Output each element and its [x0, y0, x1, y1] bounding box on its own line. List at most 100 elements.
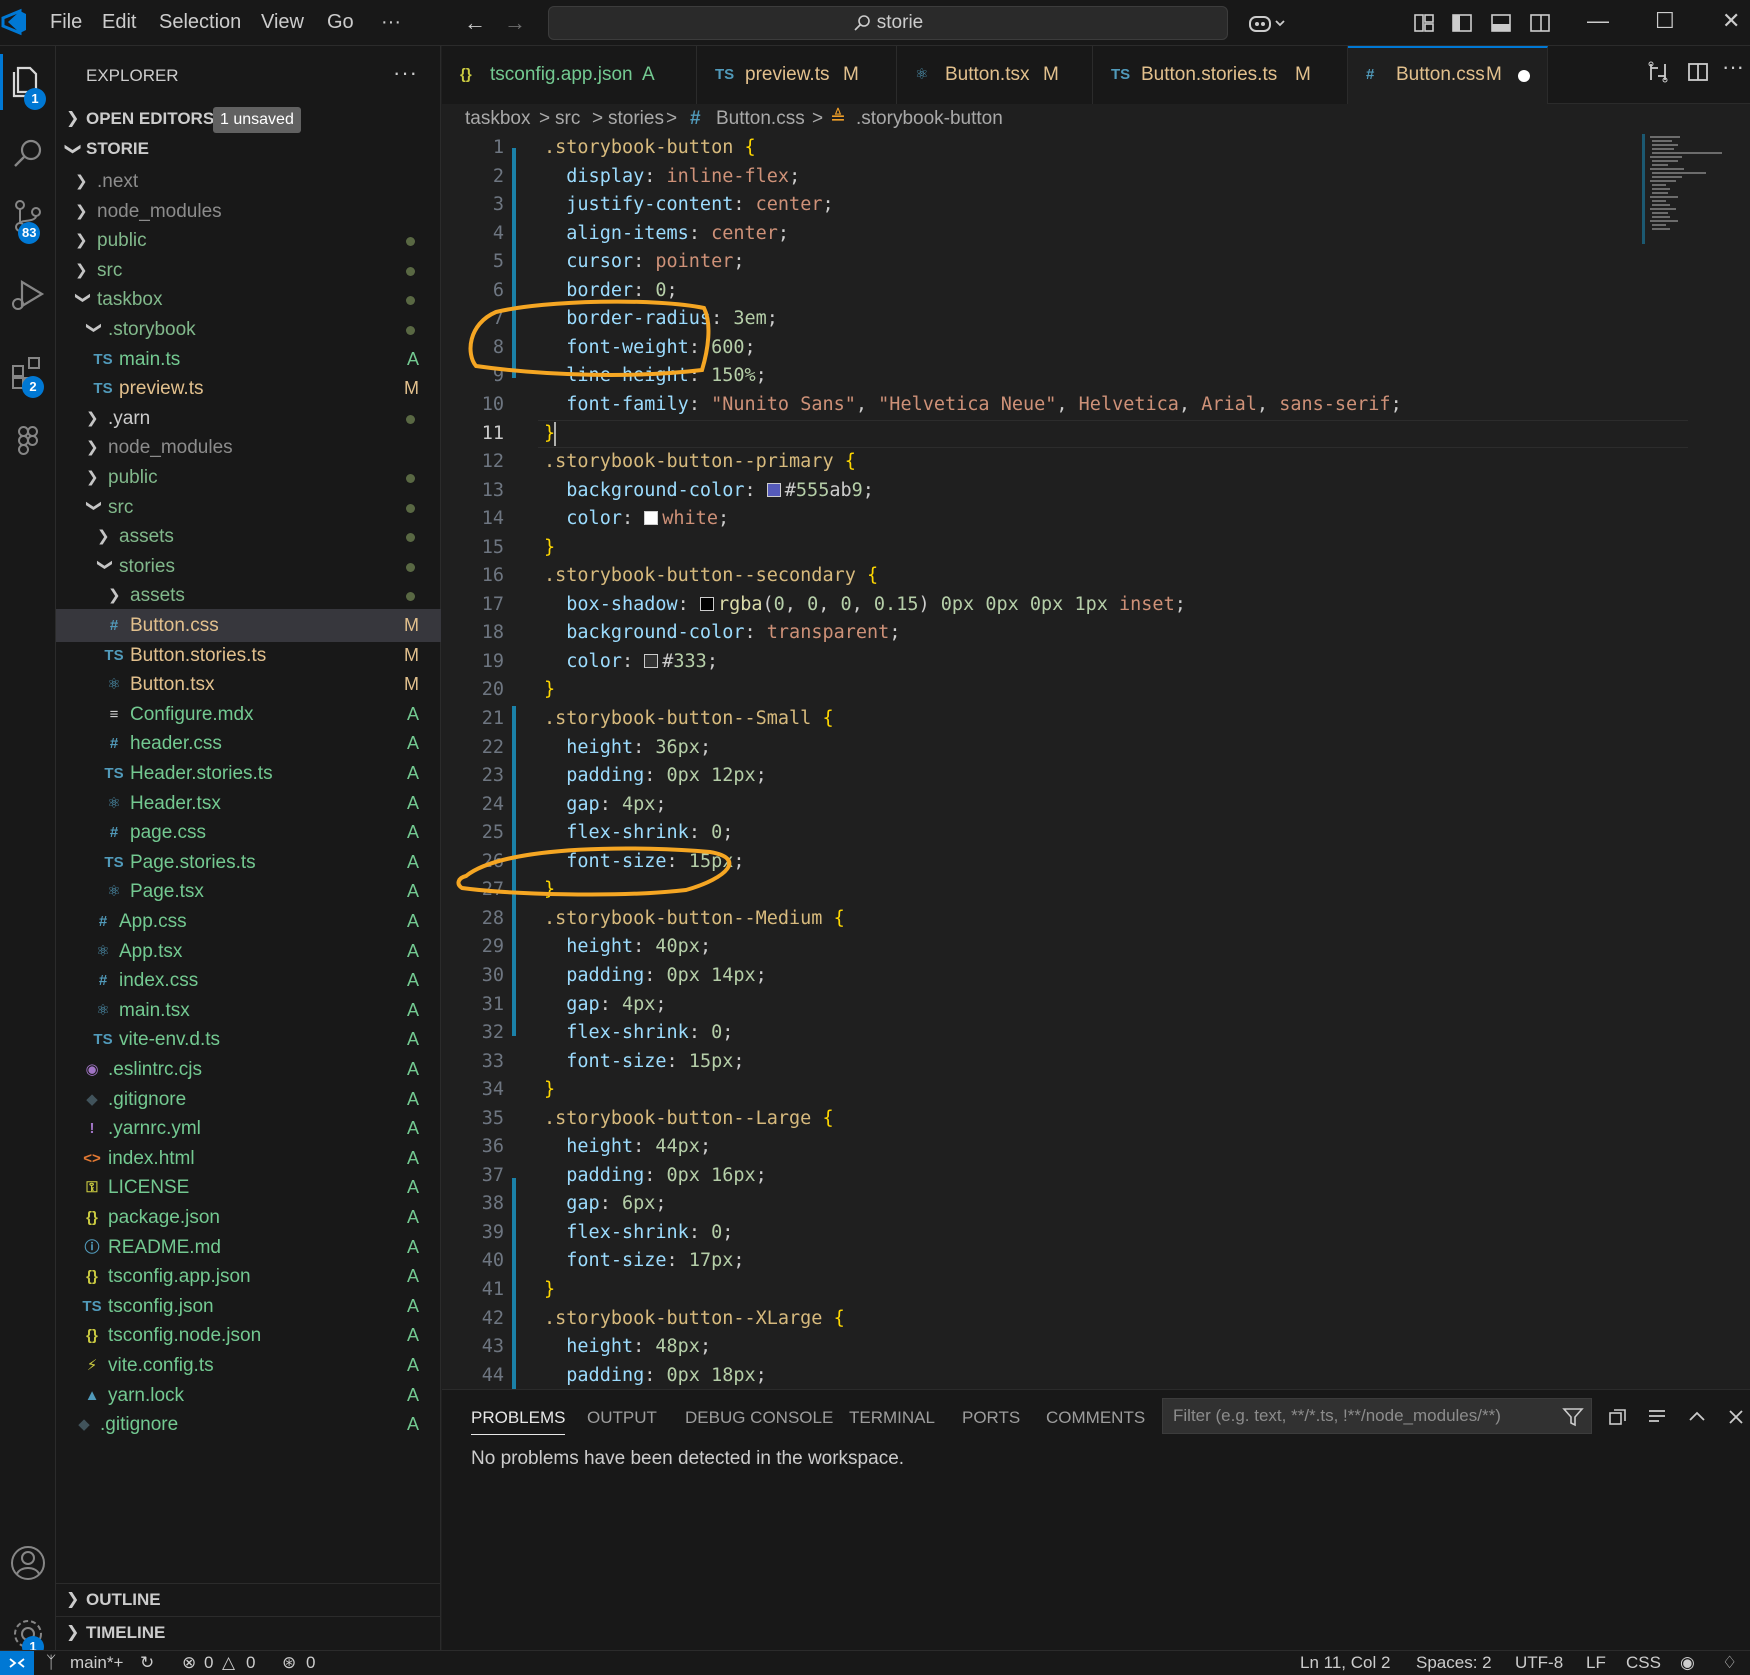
color-swatch-icon[interactable]	[699, 596, 714, 611]
folder-src[interactable]: ❯ src	[56, 254, 441, 287]
code-line[interactable]: 39 flex-shrink: 0;	[442, 1219, 1642, 1248]
outline-section[interactable]: ❯ OUTLINE	[56, 1583, 441, 1615]
code-line[interactable]: 41}	[442, 1276, 1642, 1305]
file-license[interactable]: ⚿ LICENSE A	[56, 1171, 441, 1204]
command-center-search[interactable]: storie	[548, 6, 1228, 40]
breadcrumb-stories[interactable]: stories	[608, 104, 664, 134]
view-as-list-icon[interactable]	[1646, 1406, 1668, 1428]
file-eslintrc-cjs[interactable]: ◉ .eslintrc.cjs A	[56, 1053, 441, 1086]
tab-comments[interactable]: COMMENTS	[1046, 1408, 1145, 1428]
copilot-status-icon[interactable]: ◉	[1680, 1651, 1695, 1675]
menu-selection[interactable]: Selection	[159, 11, 241, 34]
split-editor-icon[interactable]	[1686, 60, 1710, 84]
code-line[interactable]: 28 .storybook-button--Medium {	[442, 905, 1642, 934]
code-line[interactable]: 42 .storybook-button--XLarge {	[442, 1305, 1642, 1334]
code-line[interactable]: 21 .storybook-button--Small {	[442, 705, 1642, 734]
tab-problems[interactable]: PROBLEMS	[471, 1408, 566, 1435]
account-icon[interactable]	[8, 1543, 48, 1583]
folder-storybook[interactable]: ❯ .storybook	[56, 313, 441, 346]
tab-debug-console[interactable]: DEBUG CONSOLE	[685, 1408, 833, 1428]
menu-file[interactable]: File	[50, 11, 82, 34]
code-line[interactable]: 11}	[442, 420, 1642, 449]
file-vite-env-d-ts[interactable]: TS vite-env.d.ts A	[56, 1023, 441, 1056]
code-line[interactable]: 40 font-size: 17px;	[442, 1247, 1642, 1276]
cursor-position[interactable]: Ln 11, Col 2	[1300, 1651, 1390, 1675]
breadcrumb-taskbox[interactable]: taskbox	[465, 104, 530, 134]
storie-root-section[interactable]: ❯ STORIE	[56, 133, 441, 165]
code-line[interactable]: 14 color: white;	[442, 505, 1642, 534]
color-swatch-icon[interactable]	[644, 511, 659, 526]
folder-stories[interactable]: ❯ stories	[56, 550, 441, 583]
run-debug-icon[interactable]	[8, 274, 48, 314]
code-line[interactable]: 6 border: 0;	[442, 277, 1642, 306]
code-line[interactable]: 25 flex-shrink: 0;	[442, 819, 1642, 848]
folder-node-modules[interactable]: ❯ node_modules	[56, 431, 441, 464]
file-package-json[interactable]: {} package.json A	[56, 1201, 441, 1234]
customize-layout-icon[interactable]	[1413, 12, 1435, 34]
tab-terminal[interactable]: TERMINAL	[849, 1408, 935, 1428]
tab-output[interactable]: OUTPUT	[587, 1408, 657, 1428]
code-line[interactable]: 5 cursor: pointer;	[442, 248, 1642, 277]
code-line[interactable]: 43 height: 48px;	[442, 1333, 1642, 1362]
file-gitignore[interactable]: ◆ .gitignore A	[56, 1083, 441, 1116]
file-header-css[interactable]: # header.css A	[56, 727, 441, 760]
file-yarn-lock[interactable]: ▲ yarn.lock A	[56, 1379, 441, 1412]
indentation[interactable]: Spaces: 2	[1416, 1651, 1492, 1675]
code-line[interactable]: 29 height: 40px;	[442, 933, 1642, 962]
menu-go[interactable]: Go	[327, 11, 354, 34]
forward-arrow-icon[interactable]: →	[504, 10, 526, 36]
more-actions-icon[interactable]: ···	[393, 60, 418, 86]
error-count[interactable]: 0	[204, 1651, 213, 1675]
minimize-icon[interactable]: —	[1587, 8, 1609, 34]
warning-icon[interactable]: △	[222, 1651, 235, 1675]
toggle-secondary-sidebar-icon[interactable]	[1529, 12, 1551, 34]
code-line[interactable]: 17 box-shadow: rgba(0, 0, 0, 0.15) 0px 0…	[442, 591, 1642, 620]
code-line[interactable]: 32 flex-shrink: 0;	[442, 1019, 1642, 1048]
branch-name[interactable]: main*+	[70, 1651, 123, 1675]
code-line[interactable]: 27}	[442, 876, 1642, 905]
folder-public[interactable]: ❯ public	[56, 461, 441, 494]
code-line[interactable]: 37 padding: 0px 16px;	[442, 1162, 1642, 1191]
code-line[interactable]: 10 font-family: "Nunito Sans", "Helvetic…	[442, 391, 1642, 420]
file-readme-md[interactable]: ⓘ README.md A	[56, 1231, 441, 1264]
language-mode[interactable]: CSS	[1626, 1651, 1661, 1675]
filter-icon[interactable]	[1562, 1406, 1584, 1428]
code-line[interactable]: 16 .storybook-button--secondary {	[442, 562, 1642, 591]
maximize-panel-icon[interactable]	[1686, 1406, 1708, 1428]
folder-public[interactable]: ❯ public	[56, 224, 441, 257]
copilot-icon[interactable]	[1248, 12, 1288, 34]
more-actions-icon[interactable]: ···	[1722, 54, 1746, 79]
code-line[interactable]: 44 padding: 0px 18px;	[442, 1362, 1642, 1389]
code-line[interactable]: 8 font-weight: 600;	[442, 334, 1642, 363]
file-tsconfig-json[interactable]: TS tsconfig.json A	[56, 1290, 441, 1323]
encoding[interactable]: UTF-8	[1515, 1651, 1563, 1675]
close-panel-icon[interactable]	[1725, 1406, 1747, 1428]
code-line[interactable]: 30 padding: 0px 14px;	[442, 962, 1642, 991]
code-line[interactable]: 18 background-color: transparent;	[442, 619, 1642, 648]
code-line[interactable]: 26 font-size: 15px;	[442, 848, 1642, 877]
notifications-bell-icon[interactable]: ♢	[1722, 1651, 1737, 1675]
folder-src[interactable]: ❯ src	[56, 491, 441, 524]
code-editor[interactable]: 1 .storybook-button {2 display: inline-fl…	[442, 134, 1750, 1389]
tab-button-stories-ts[interactable]: TS Button.stories.ts M	[1093, 46, 1348, 104]
file-app-tsx[interactable]: ⚛ App.tsx A	[56, 935, 441, 968]
close-window-icon[interactable]: ✕	[1722, 8, 1740, 34]
file-main-ts[interactable]: TS main.ts A	[56, 343, 441, 376]
file-index-css[interactable]: # index.css A	[56, 964, 441, 997]
figma-icon[interactable]	[8, 422, 48, 462]
folder-yarn[interactable]: ❯ .yarn	[56, 402, 441, 435]
color-swatch-icon[interactable]	[766, 482, 781, 497]
sync-icon[interactable]: ↻	[140, 1651, 154, 1675]
file-app-css[interactable]: # App.css A	[56, 905, 441, 938]
code-line[interactable]: 7 border-radius: 3em;	[442, 305, 1642, 334]
file-preview-ts[interactable]: TS preview.ts M	[56, 372, 441, 405]
code-line[interactable]: 31 gap: 4px;	[442, 991, 1642, 1020]
code-line[interactable]: 34}	[442, 1076, 1642, 1105]
open-changes-icon[interactable]	[1646, 60, 1670, 84]
code-line[interactable]: 22 height: 36px;	[442, 734, 1642, 763]
file-header-stories-ts[interactable]: TS Header.stories.ts A	[56, 757, 441, 790]
file-tsconfig-app-json[interactable]: {} tsconfig.app.json A	[56, 1260, 441, 1293]
file-header-tsx[interactable]: ⚛ Header.tsx A	[56, 787, 441, 820]
code-line[interactable]: 19 color: #333;	[442, 648, 1642, 677]
menu-more[interactable]: ···	[381, 11, 401, 34]
